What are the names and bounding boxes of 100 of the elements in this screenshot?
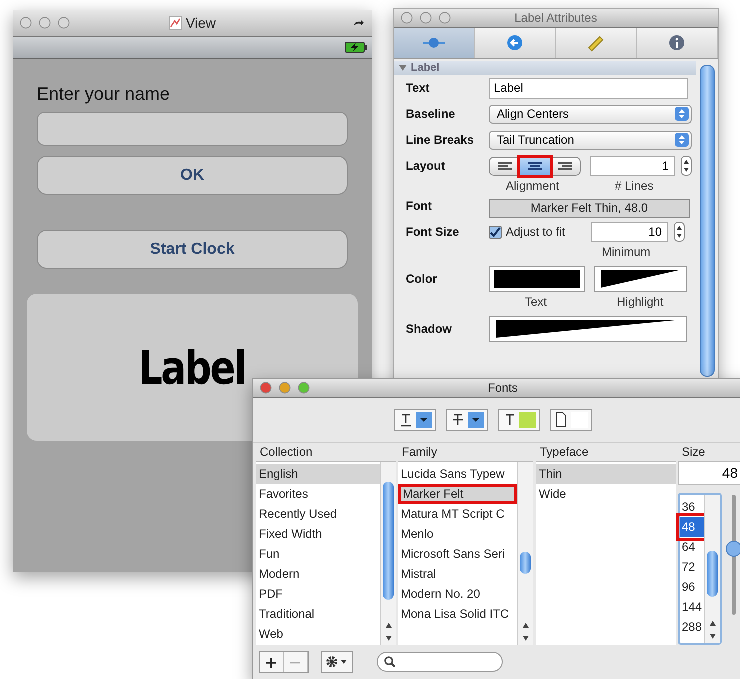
window-title: Label Attributes [514, 11, 598, 25]
slider-icon [423, 36, 445, 50]
search-icon [384, 656, 396, 668]
size-item[interactable]: 96 [680, 577, 704, 597]
field-label: Line Breaks [406, 133, 476, 147]
popup-menu[interactable]: Tail Truncation [489, 130, 692, 150]
size-item[interactable]: 288 [680, 617, 704, 637]
lines-field[interactable]: 1 [590, 156, 675, 176]
caption: Alignment [506, 179, 560, 193]
text-field[interactable]: Label [489, 78, 688, 98]
collection-item[interactable]: Recently Used [256, 504, 380, 524]
family-item[interactable]: Marker Felt [398, 484, 517, 504]
ruler-icon [587, 34, 605, 52]
color-well[interactable] [594, 266, 687, 292]
size-item[interactable]: 48 [680, 517, 704, 537]
collection-item[interactable]: Web [256, 624, 380, 644]
field-label: Baseline [406, 107, 456, 121]
family-item[interactable]: Menlo [398, 524, 517, 544]
font-button[interactable]: Marker Felt Thin, 48.0 [489, 198, 690, 218]
minimum-field[interactable]: 10 [591, 222, 668, 242]
size-item[interactable]: 144 [680, 597, 704, 617]
family-item[interactable]: Matura MT Script C [398, 504, 517, 524]
collection-item[interactable]: Fixed Width [256, 524, 380, 544]
stepper-arrows-icon [675, 107, 689, 121]
strikethrough-menu-button[interactable] [446, 409, 488, 431]
alignment-button[interactable] [520, 158, 550, 174]
collection-item[interactable]: Favorites [256, 484, 380, 504]
battery-icon [345, 42, 367, 53]
scrollbar[interactable] [707, 551, 718, 597]
action-menu-button[interactable] [321, 651, 353, 673]
window-control-icon[interactable] [58, 17, 70, 29]
color-well[interactable] [489, 316, 687, 342]
window-control-icon[interactable] [279, 382, 291, 394]
label-text: Label [139, 340, 246, 394]
collection-item[interactable]: English [256, 464, 380, 484]
window-control-icon[interactable] [20, 17, 32, 29]
family-item[interactable]: Mistral [398, 564, 517, 584]
inspector-tab[interactable] [394, 28, 475, 58]
typeface-item[interactable]: Wide [536, 484, 676, 504]
window-control-icon[interactable] [439, 12, 451, 24]
size-field[interactable]: 48 [679, 462, 740, 484]
alignment-button[interactable] [490, 158, 520, 174]
caption: Text [525, 295, 548, 309]
add-button[interactable]: + [260, 652, 284, 672]
size-item[interactable]: 36 [680, 497, 704, 517]
collection-item[interactable]: Fun [256, 544, 380, 564]
rotate-icon[interactable] [353, 19, 364, 28]
inspector-tab[interactable] [475, 28, 556, 58]
window-control-icon[interactable] [260, 382, 272, 394]
collection-item[interactable]: Modern [256, 564, 380, 584]
window-control-icon[interactable] [420, 12, 432, 24]
family-item[interactable]: Modern No. 20 [398, 584, 517, 604]
family-item[interactable]: Microsoft Sans Seri [398, 544, 517, 564]
text-color-button[interactable] [498, 409, 540, 431]
scroll-arrows-icon[interactable] [708, 619, 716, 641]
section-header[interactable]: Label [394, 61, 696, 75]
search-field[interactable] [377, 652, 503, 672]
scrollbar[interactable] [383, 482, 394, 600]
caption: Highlight [617, 295, 664, 309]
window-control-icon[interactable] [298, 382, 310, 394]
field-label: Shadow [406, 322, 454, 336]
size-slider[interactable] [726, 495, 740, 615]
stepper-icon[interactable] [674, 222, 685, 242]
prompt-label: Enter your name [37, 84, 170, 105]
rounded-button[interactable]: OK [37, 156, 348, 195]
window-control-icon[interactable] [401, 12, 413, 24]
collection-item[interactable]: Traditional [256, 604, 380, 624]
underline-menu-button[interactable] [394, 409, 436, 431]
strikethrough-icon [450, 412, 484, 428]
size-item[interactable]: 72 [680, 557, 704, 577]
family-item[interactable]: Lucida Sans Typew [398, 464, 517, 484]
alignment-button[interactable] [550, 158, 580, 174]
document-color-button[interactable] [550, 409, 592, 431]
family-item[interactable]: Mona Lisa Solid ITC [398, 604, 517, 624]
stepper-arrows-icon [675, 133, 689, 147]
adjust-checkbox[interactable]: Adjust to fit [489, 225, 591, 239]
color-well[interactable] [489, 266, 585, 292]
inspector-tab[interactable] [637, 28, 718, 58]
column-header: Typeface [539, 445, 590, 461]
scroll-arrows-icon[interactable] [384, 621, 392, 643]
stepper-icon[interactable] [681, 156, 692, 176]
section-title: Label [411, 62, 440, 74]
gear-icon [326, 656, 348, 668]
popup-menu[interactable]: Align Centers [489, 104, 692, 124]
window-control-icon[interactable] [39, 17, 51, 29]
scrollbar[interactable] [700, 65, 715, 377]
field-label: Color [406, 272, 438, 286]
rounded-button[interactable]: Start Clock [37, 230, 348, 269]
typeface-item[interactable]: Thin [536, 464, 676, 484]
field-label: Font Size [406, 225, 460, 239]
checkbox-box[interactable] [489, 226, 502, 238]
scrollbar[interactable] [520, 552, 531, 574]
size-item[interactable]: 64 [680, 537, 704, 557]
align-icon [528, 162, 542, 170]
segmented-control[interactable] [489, 156, 581, 176]
name-field[interactable] [37, 112, 348, 146]
collection-item[interactable]: PDF [256, 584, 380, 604]
slider-knob[interactable] [726, 540, 740, 557]
scroll-arrows-icon[interactable] [522, 621, 530, 643]
column-header: Size [681, 445, 706, 461]
